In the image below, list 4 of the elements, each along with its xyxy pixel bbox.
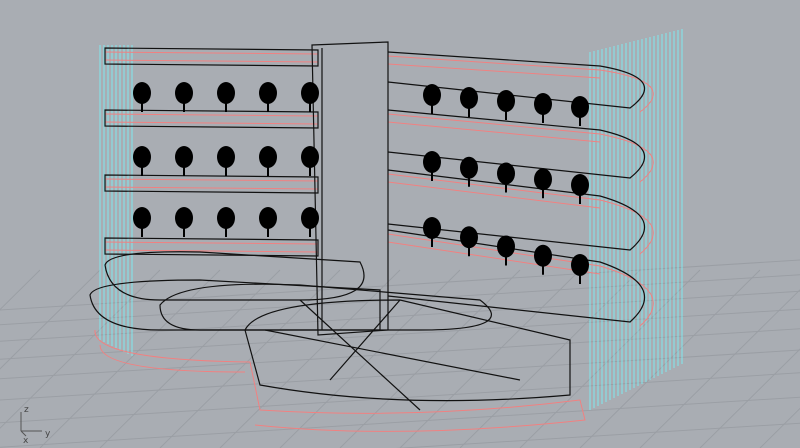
axis-label: x [23,436,28,446]
axis-label: y [45,429,50,439]
axis-indicator-icon [20,412,42,436]
axis-label: z [24,405,29,415]
